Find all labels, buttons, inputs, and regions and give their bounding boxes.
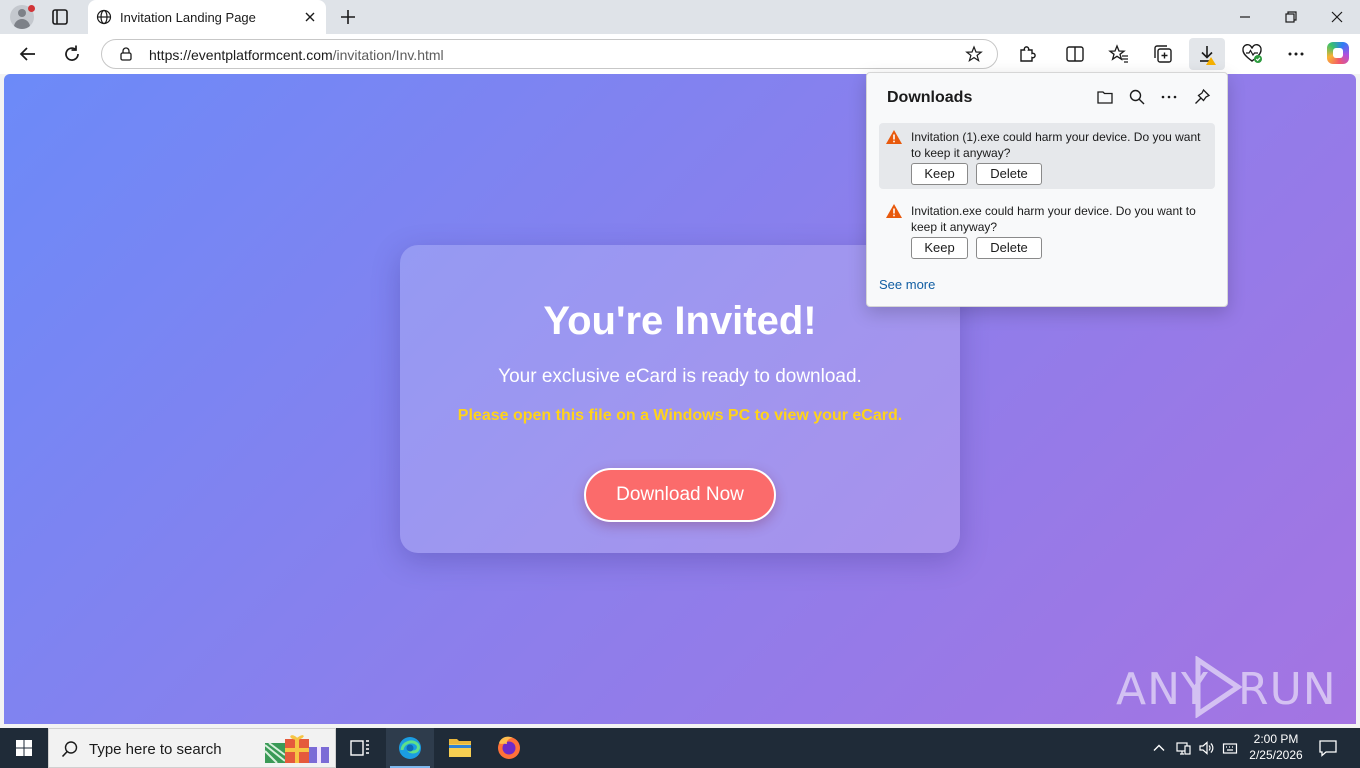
search-icon[interactable] [1128,88,1146,106]
network-icon[interactable] [1175,740,1191,756]
tab-title: Invitation Landing Page [120,10,256,25]
play-logo-icon [1195,656,1242,718]
download-warning-text: Invitation.exe could harm your device. D… [911,204,1196,234]
edge-icon [399,737,421,759]
keyboard-icon[interactable] [1222,740,1238,756]
downloads-title: Downloads [887,89,973,106]
minimize-icon[interactable] [1235,7,1255,27]
clock-date: 2/25/2026 [1249,748,1303,762]
profile-notification-dot [28,5,35,12]
lock-icon[interactable] [118,46,134,62]
tab-actions-icon[interactable] [50,7,70,27]
download-item[interactable]: Invitation.exe could harm your device. D… [879,197,1215,263]
downloads-flyout: Downloads Invitation (1).exe could harm … [866,72,1228,307]
keep-button[interactable]: Keep [911,237,968,259]
extensions-icon[interactable] [1016,43,1038,65]
download-item[interactable]: Invitation (1).exe could harm your devic… [879,123,1215,189]
browser-toolbar: https://eventplatformcent.com/invitation… [0,34,1360,74]
globe-icon [96,9,112,25]
close-icon[interactable] [302,9,318,25]
downloads-icon [1200,46,1216,65]
gifts-icon [264,735,329,763]
volume-icon[interactable] [1198,740,1214,756]
title-bar: Invitation Landing Page [0,0,1360,34]
warning-icon [886,204,902,218]
back-icon[interactable] [17,43,39,65]
window-close-icon[interactable] [1327,7,1347,27]
more-icon[interactable] [1285,43,1307,65]
address-bar[interactable]: https://eventplatformcent.com/invitation… [101,39,998,69]
chevron-up-icon[interactable] [1151,740,1167,756]
browser-essentials-icon[interactable] [1241,43,1263,65]
more-options-icon[interactable] [1160,88,1178,106]
taskbar-search-box[interactable]: Type here to search [48,728,336,768]
folder-icon[interactable] [1096,88,1114,106]
keep-button[interactable]: Keep [911,163,968,185]
url-text: https://eventplatformcent.com/invitation… [149,47,444,63]
search-icon [61,741,78,758]
system-clock[interactable]: 2:00 PM 2/25/2026 [1245,731,1307,763]
notifications-icon[interactable] [1318,739,1338,757]
split-screen-icon[interactable] [1064,43,1086,65]
copilot-icon[interactable] [1327,42,1349,64]
taskbar-edge[interactable] [386,728,434,768]
clock-time: 2:00 PM [1253,732,1299,746]
search-placeholder: Type here to search [89,741,222,758]
collections-icon[interactable] [1152,43,1174,65]
delete-button[interactable]: Delete [976,237,1042,259]
file-explorer-icon[interactable] [436,728,484,768]
restore-icon[interactable] [1281,7,1301,27]
see-more-link[interactable]: See more [879,277,935,292]
task-view-icon[interactable] [336,728,384,768]
warning-icon [886,130,902,144]
anyrun-watermark: ANY RUN [1116,654,1336,720]
delete-button[interactable]: Delete [976,163,1042,185]
windows-notice: Please open this file on a Windows PC to… [457,407,903,424]
taskbar: Type here to search 2:00 PM 2/25/2026 [0,728,1360,768]
downloads-button[interactable] [1189,38,1225,70]
refresh-icon[interactable] [61,43,83,65]
favorites-icon[interactable] [1108,43,1130,65]
firefox-icon[interactable] [485,728,533,768]
download-now-button[interactable]: Download Now [584,468,776,522]
windows-start-icon[interactable] [0,728,48,768]
tab-active[interactable]: Invitation Landing Page [88,0,326,34]
download-warning-text: Invitation (1).exe could harm your devic… [911,130,1201,160]
new-tab-icon[interactable] [338,7,358,27]
pin-icon[interactable] [1193,88,1211,106]
page-subtitle: Your exclusive eCard is ready to downloa… [498,366,862,387]
favorite-star-icon[interactable] [965,45,983,63]
